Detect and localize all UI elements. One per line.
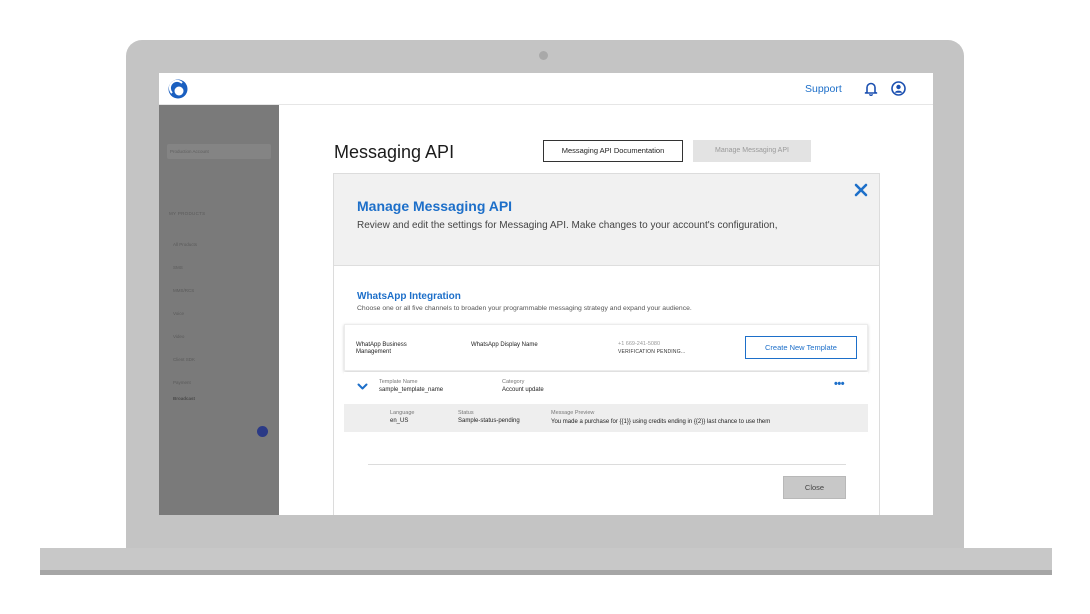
language-value: en_US: [390, 418, 409, 424]
status-value: Sample-status-pending: [458, 418, 520, 424]
verification-status: VERIFICATION PENDING...: [618, 349, 686, 355]
brand-logo-icon[interactable]: [168, 79, 188, 99]
status-label: Status: [458, 410, 474, 416]
sidebar-item-broadcast[interactable]: Broadcast: [173, 396, 195, 401]
template-name-label: Template Name: [379, 379, 418, 385]
sidebar: Production Account MY PRODUCTS All Produ…: [159, 105, 279, 515]
main-content: Messaging API Messaging API Documentatio…: [279, 105, 933, 515]
support-link[interactable]: Support: [805, 83, 842, 95]
modal-header: Manage Messaging API Review and edit the…: [334, 174, 879, 266]
manage-api-modal: Manage Messaging API Review and edit the…: [333, 173, 880, 515]
manage-api-button[interactable]: Manage Messaging API: [693, 140, 811, 162]
modal-title: Manage Messaging API: [357, 198, 513, 214]
display-name-label: WhatsApp Display Name: [471, 342, 538, 348]
chevron-down-icon[interactable]: [357, 383, 368, 391]
template-row[interactable]: Template Name sample_template_name Categ…: [344, 372, 868, 404]
api-documentation-button[interactable]: Messaging API Documentation: [543, 140, 683, 162]
more-options-icon[interactable]: •••: [834, 378, 845, 390]
page-title: Messaging API: [334, 142, 455, 162]
sidebar-section-heading: MY PRODUCTS: [169, 211, 206, 216]
laptop-base-edge: [40, 570, 1052, 575]
close-icon[interactable]: [854, 183, 868, 197]
user-account-icon[interactable]: [891, 81, 906, 96]
integration-subtitle: Choose one or all five channels to broad…: [357, 305, 692, 312]
create-template-button[interactable]: Create New Template: [745, 336, 857, 359]
sidebar-item-client-sdk[interactable]: Client SDK: [173, 357, 195, 362]
close-button[interactable]: Close: [783, 476, 846, 499]
sidebar-item-sms[interactable]: SMS: [173, 265, 183, 270]
sidebar-active-indicator: [257, 426, 268, 437]
template-name-value: sample_template_name: [379, 387, 444, 393]
sidebar-item-all-products[interactable]: All Products: [173, 242, 197, 247]
top-bar: Support: [159, 73, 933, 105]
sidebar-item-mms-rcs[interactable]: MMS/RCS: [173, 288, 194, 293]
sidebar-item-video[interactable]: Video: [173, 334, 184, 339]
laptop-camera: [539, 51, 548, 60]
preview-label: Message Preview: [551, 410, 595, 416]
bell-icon[interactable]: [864, 81, 878, 96]
category-value: Account update: [502, 387, 544, 393]
modal-subtitle: Review and edit the settings for Messagi…: [357, 220, 778, 231]
laptop-base: [40, 548, 1052, 570]
template-details: Language en_US Status Sample-status-pend…: [344, 404, 868, 432]
sidebar-item-voice[interactable]: Voice: [173, 311, 184, 316]
preview-value: You made a purchase for {{1}} using cred…: [551, 419, 771, 425]
language-label: Language: [390, 410, 415, 416]
footer-divider: [368, 464, 846, 465]
phone-number: +1 669-241-5080: [618, 341, 661, 347]
app-screen: Support Production Account MY PRODUCTS A…: [159, 73, 933, 515]
account-switcher[interactable]: Production Account: [167, 144, 271, 159]
sidebar-item-payment[interactable]: Payment: [173, 380, 191, 385]
business-management-label: WhatApp Business Management: [356, 342, 407, 355]
integration-title: WhatsApp Integration: [357, 291, 461, 302]
category-label: Category: [502, 379, 525, 385]
whatsapp-account-card: WhatApp Business Management WhatsApp Dis…: [344, 324, 868, 371]
